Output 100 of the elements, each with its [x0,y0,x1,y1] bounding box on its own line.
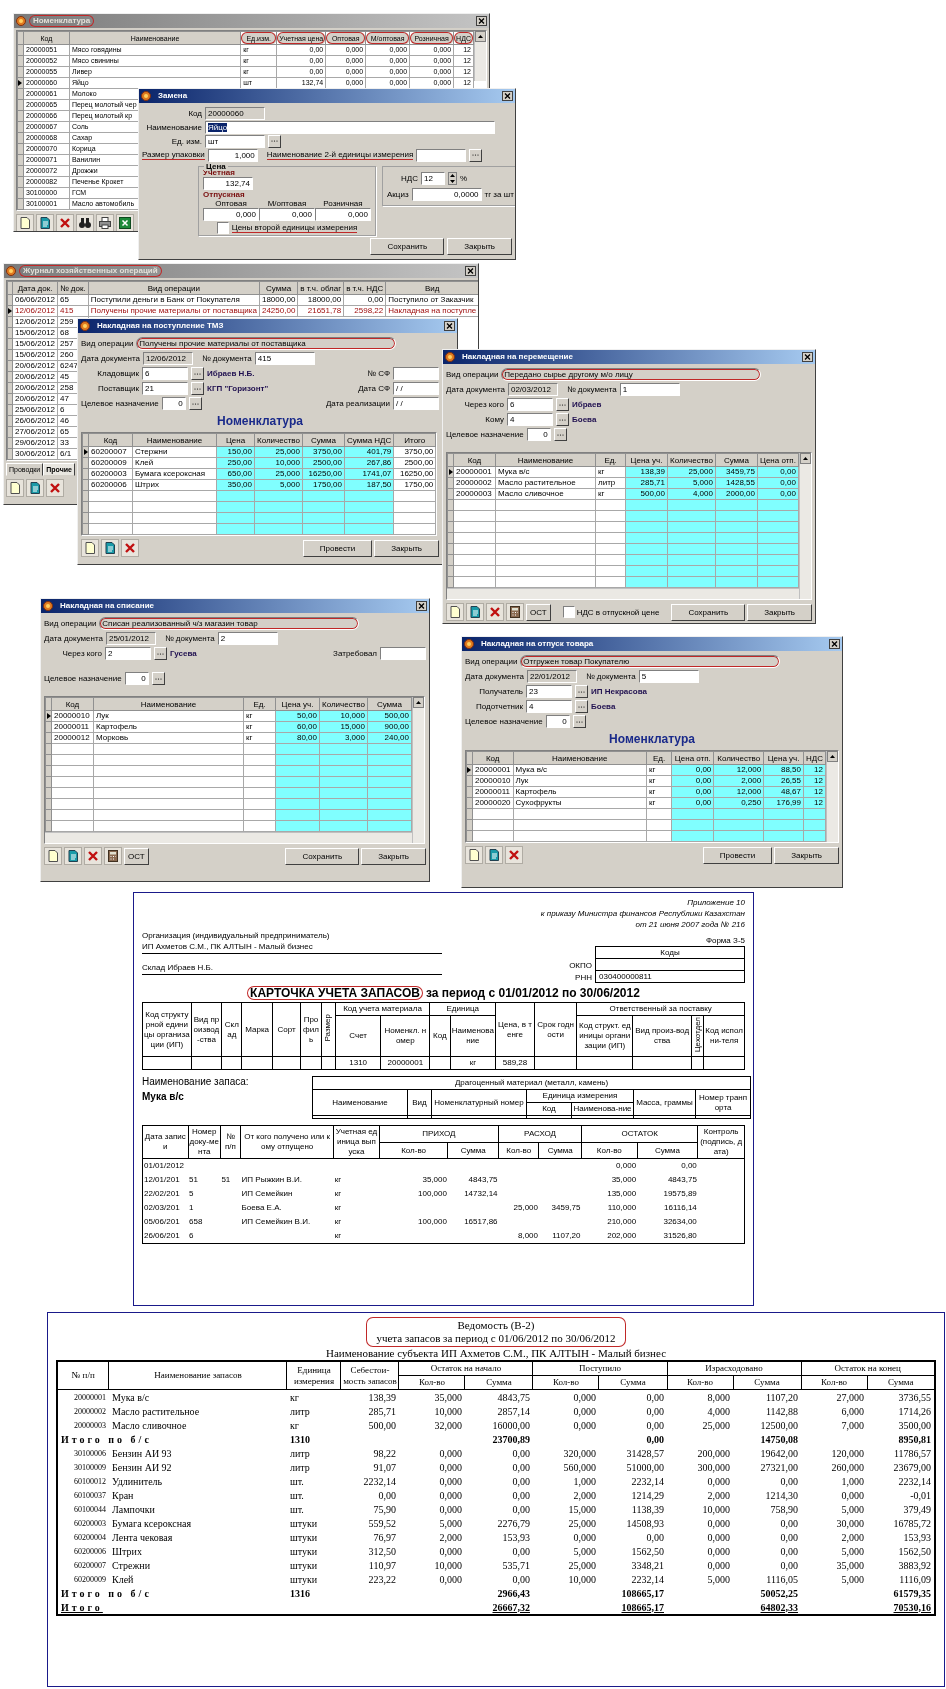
column-header: Размер [321,1002,336,1057]
field-label: Затребовал [333,649,377,658]
table-cell-text: 2966,43 [496,1586,531,1600]
table-cell: 60100012 [57,1474,109,1488]
column-header: Масса, граммы [633,1089,696,1116]
column-header: Номер транпорта [695,1089,751,1116]
window-title: Накладная на отпуск товара [480,638,595,650]
table-cell: 60200006 [57,1544,109,1558]
table-cell: 12 [803,764,826,776]
column-header: Цена, в тенге [495,1002,535,1057]
field-label: Размер упаковки [142,150,205,160]
document-title: учета запасов за период с 01/06/2012 по 30/06/2012 [376,1332,616,1345]
table-cell-text: 1142,88 [764,1404,799,1418]
table-cell: 20000003 [57,1418,109,1432]
table-cell: 2232,14 [867,1474,935,1488]
table-cell: 20/06/2012 [12,393,58,405]
table-cell: 3500,00 [867,1418,935,1432]
table-cell-text: 2857,14 [496,1404,531,1418]
table-cell-text: 100,000 [417,1216,448,1229]
table-cell: 64802,33 [733,1600,801,1615]
checkbox-label: Цены второй единицы измерения [231,222,358,233]
table-cell: 20/06/2012 [12,382,58,394]
table-cell-text: 0,00 [511,1502,531,1516]
table-cell-text: Бензин АИ 92 [111,1460,173,1474]
column-header: Контроль (подпись, дата) [697,1125,745,1159]
table-cell-text: 135,000 [606,1188,638,1201]
table-cell: кг [243,710,276,722]
column-header: Код исполни-теля [703,1015,745,1057]
column-header: Марка [241,1002,273,1057]
table-cell-text: Боева Е.А. [240,1202,283,1215]
column-header: Кол-во [533,1375,599,1390]
person-name: Боева [591,702,616,711]
table-cell-text: 108665,17 [620,1586,665,1600]
person-name: Боева [572,415,597,424]
document-text: Форма З-5 [704,935,745,946]
table-cell-text: 3348,21 [630,1558,665,1572]
table-cell-text: 4,000 [706,1404,731,1418]
table-cell: Итого по б/с [57,1586,287,1600]
field-label: Получатель [478,687,523,696]
table-cell-text: 0,000 [706,1516,731,1530]
table-cell-text: 10,000 [701,1502,731,1516]
table-cell-text: 2,000 [438,1530,463,1544]
table-cell: 25,000 [254,446,303,458]
table-cell: 16250,00 [393,468,436,480]
table-cell: 15/06/2012 [12,338,58,350]
table-cell: 3750,00 [393,446,436,458]
table-cell-text: 285,71 [367,1404,397,1418]
field-label: Акциз [387,189,409,199]
column-header: Драгоценный материал (металл, камень) [312,1076,751,1090]
table-cell: Мука в/с [513,764,647,776]
table-cell: 3459,75 [715,466,758,478]
table-cell: 02/03/201 [142,1201,188,1216]
table-cell: 3,000 [319,732,368,744]
table-cell: 285,71 [625,477,668,489]
field-label: Наименование запаса: [142,1076,250,1088]
table-cell-text: Клей [111,1572,135,1586]
table-cell-text: 14732,14 [463,1188,499,1201]
table-cell: 15/06/2012 [12,327,58,339]
table-cell: 10,000 [254,457,303,469]
table-cell: 4,000 [667,488,716,500]
field-label: Вид операции [446,370,499,379]
table-cell-text: 500,00 [367,1418,397,1432]
table-cell-text: 51000,00 [625,1460,665,1474]
table-cell: кг [333,1229,380,1244]
table-cell: 12/06/2012 [12,316,58,328]
table-cell: 187,50 [344,479,394,491]
table-cell: 0,250 [713,797,764,809]
document-title: КАРТОЧКА УЧЕТА ЗАПАСОВ [247,986,423,1000]
column-header: Остаток на начало [399,1361,533,1376]
field-label: Целевое назначение [44,674,122,683]
table-cell: 0,00 [671,775,714,787]
column-header: Кол-во [581,1142,638,1159]
section-heading: Номенклатура [217,414,303,428]
column-header: Код учета материала [335,1002,430,1016]
table-cell-text: 100,000 [417,1188,448,1201]
table-cell: 0,00 [671,797,714,809]
table-cell-text: 3459,75 [550,1202,582,1215]
column-header: Номер доку-мента [188,1125,221,1159]
table-cell: 0,00 [599,1389,667,1404]
field-label: № документа [585,672,636,681]
field-label: РНН [574,971,593,983]
table-cell: 60200004 [57,1530,109,1544]
field-label: Код [187,108,202,118]
table-cell-text: шт. [289,1488,305,1502]
table-cell: 01/01/2012 [142,1158,188,1174]
table-cell-text: 0,000 [572,1404,597,1418]
table-cell-text: Лента чековая [111,1530,174,1544]
table-cell: 48,67 [763,786,804,798]
table-cell-text: литр [289,1460,311,1474]
table-cell-text: 1,000 [840,1474,865,1488]
table-cell-text: 2232,14 [362,1474,397,1488]
table-cell: 0,00 [757,477,799,489]
table-cell-text: 559,52 [367,1516,397,1530]
table-cell: 3750,00 [302,446,345,458]
window-title: Накладная на поступление ТМЗ [96,320,225,332]
table-cell-text: Кран [111,1488,135,1502]
table-cell-text: литр [289,1446,311,1460]
field-label: Целевое назначение [446,430,524,439]
field-label: Через кого [463,400,504,409]
table-cell-text: 0,000 [438,1572,463,1586]
